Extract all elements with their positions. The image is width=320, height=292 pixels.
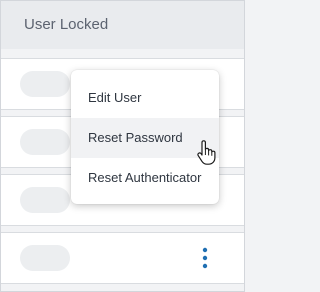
menu-item-label: Reset Authenticator — [88, 170, 202, 185]
column-header-title: User Locked — [24, 16, 109, 33]
row-actions-kebab-icon[interactable] — [195, 246, 215, 270]
menu-item-label: Reset Password — [88, 130, 183, 145]
user-locked-toggle[interactable] — [20, 187, 70, 213]
menu-item-label: Edit User — [88, 90, 142, 105]
user-locked-toggle[interactable] — [20, 71, 70, 97]
user-locked-toggle[interactable] — [20, 245, 70, 271]
user-locked-toggle[interactable] — [20, 129, 70, 155]
column-header: User Locked — [1, 1, 244, 49]
table-row — [1, 232, 244, 284]
hand-pointer-icon — [195, 140, 217, 166]
menu-item-edit-user[interactable]: Edit User — [71, 78, 219, 118]
row-actions-menu: Edit User Reset Password Reset Authentic… — [71, 70, 219, 204]
